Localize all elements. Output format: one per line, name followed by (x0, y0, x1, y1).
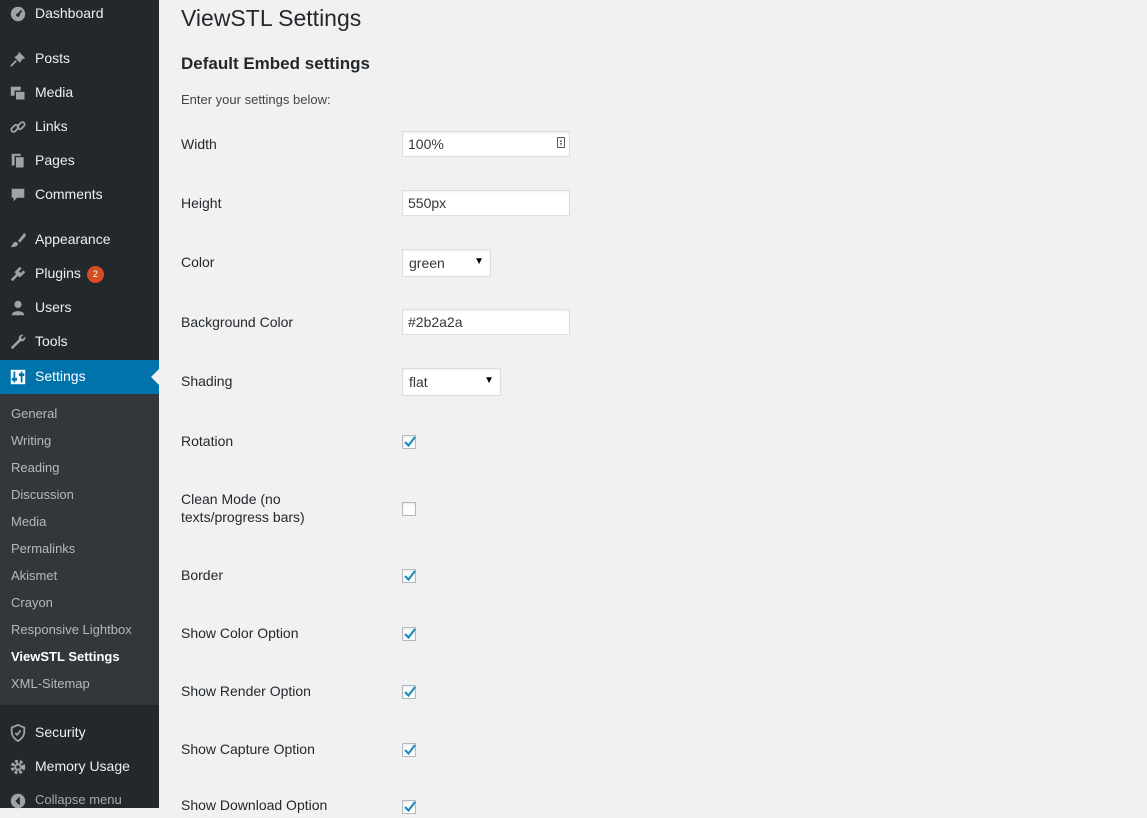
color-select[interactable]: green ▼ (402, 249, 491, 277)
submenu-item-akismet[interactable]: Akismet (11, 568, 57, 583)
clean-mode-checkbox[interactable] (402, 502, 416, 516)
user-icon (8, 298, 28, 318)
show-render-option-checkbox[interactable] (402, 685, 416, 699)
show-capture-option-checkbox[interactable] (402, 743, 416, 757)
media-icon (8, 83, 28, 103)
pin-icon (8, 49, 28, 69)
section-description: Enter your settings below: (181, 92, 331, 107)
gear-icon (8, 757, 28, 777)
height-input[interactable] (402, 190, 570, 216)
menu-item-tools[interactable]: Tools (0, 325, 159, 359)
menu-label: Security (35, 724, 86, 740)
checkmark-icon (404, 744, 416, 756)
section-title: Default Embed settings (181, 54, 370, 73)
link-icon (8, 117, 28, 137)
background-color-input[interactable] (402, 309, 570, 335)
pages-icon (8, 151, 28, 171)
main-content: ViewSTL Settings Default Embed settings … (159, 0, 1147, 814)
show-color-option-checkbox[interactable] (402, 627, 416, 641)
menu-label: Links (35, 118, 68, 134)
show-capture-option-label: Show Capture Option (181, 741, 315, 757)
update-count-badge: 2 (86, 266, 104, 283)
submenu-item-viewstl-settings[interactable]: ViewSTL Settings (11, 649, 120, 664)
menu-label: Appearance (35, 231, 111, 247)
wrench-icon (8, 332, 28, 352)
page-title: ViewSTL Settings (181, 5, 362, 31)
submenu-item-xml-sitemap[interactable]: XML-Sitemap (11, 676, 90, 691)
submenu-item-crayon[interactable]: Crayon (11, 595, 53, 610)
admin-sidebar: Dashboard Posts Media Links Pages Commen… (0, 0, 159, 809)
shading-select-value: flat (409, 374, 428, 390)
submenu-item-discussion[interactable]: Discussion (11, 487, 74, 502)
clean-mode-label-line1: Clean Mode (no (181, 491, 281, 507)
show-render-option-label: Show Render Option (181, 683, 311, 699)
border-label: Border (181, 567, 224, 583)
color-label: Color (181, 254, 215, 270)
shield-icon (8, 723, 28, 743)
menu-item-comments[interactable]: Comments (0, 178, 159, 212)
comment-icon (8, 185, 28, 205)
menu-item-plugins[interactable]: Plugins 2 (0, 257, 159, 291)
menu-item-security[interactable]: Security (0, 716, 159, 750)
width-label: Width (181, 136, 217, 152)
menu-label-wrap: Plugins 2 (35, 265, 104, 283)
dropdown-arrow-icon: ▼ (474, 256, 484, 267)
width-input[interactable] (402, 131, 570, 157)
submenu-item-media[interactable]: Media (11, 514, 46, 529)
submenu-item-responsive-lightbox[interactable]: Responsive Lightbox (11, 622, 132, 637)
checkmark-icon (404, 628, 416, 640)
clean-mode-label-line2: texts/progress bars) (181, 509, 305, 525)
collapse-label: Collapse menu (35, 792, 122, 807)
submenu-item-reading[interactable]: Reading (11, 460, 59, 475)
menu-item-dashboard[interactable]: Dashboard (0, 0, 159, 31)
checkmark-icon (404, 686, 416, 698)
submenu-item-general[interactable]: General (11, 406, 57, 421)
rotation-label: Rotation (181, 433, 234, 449)
menu-label: Memory Usage (35, 758, 130, 774)
menu-item-links[interactable]: Links (0, 110, 159, 144)
clean-mode-label: Clean Mode (no texts/progress bars) (181, 490, 305, 526)
menu-item-media[interactable]: Media (0, 76, 159, 110)
shading-label: Shading (181, 373, 233, 389)
menu-label: Posts (35, 50, 71, 66)
menu-label: Plugins (35, 265, 81, 281)
dashboard-icon (8, 4, 28, 24)
plugin-icon (8, 264, 28, 284)
collapse-menu-button[interactable]: Collapse menu (0, 784, 159, 818)
menu-label: Media (35, 84, 74, 100)
rotation-checkbox[interactable] (402, 435, 416, 449)
show-download-option-checkbox[interactable] (402, 800, 416, 814)
menu-item-users[interactable]: Users (0, 291, 159, 325)
dropdown-arrow-icon: ▼ (484, 375, 494, 386)
submenu-item-permalinks[interactable]: Permalinks (11, 541, 75, 556)
show-color-option-label: Show Color Option (181, 625, 299, 641)
menu-label: Comments (35, 186, 103, 202)
menu-item-settings[interactable]: Settings (0, 360, 159, 394)
menu-label: Settings (35, 368, 86, 384)
background-color-label: Background Color (181, 314, 294, 330)
menu-label: Pages (35, 152, 75, 168)
menu-label: Tools (35, 333, 68, 349)
brush-icon (8, 230, 28, 250)
menu-item-pages[interactable]: Pages (0, 144, 159, 178)
checkmark-icon (404, 436, 416, 448)
settings-icon (8, 367, 28, 387)
shading-select[interactable]: flat ▼ (402, 368, 501, 396)
menu-item-posts[interactable]: Posts (0, 42, 159, 76)
color-select-value: green (409, 255, 445, 271)
menu-label: Users (35, 299, 72, 315)
menu-label: Dashboard (35, 5, 104, 21)
number-spinner-icon[interactable] (557, 137, 565, 148)
submenu-item-writing[interactable]: Writing (11, 433, 51, 448)
menu-item-memory-usage[interactable]: Memory Usage (0, 750, 159, 784)
menu-item-appearance[interactable]: Appearance (0, 223, 159, 257)
collapse-arrow-icon (8, 791, 28, 811)
height-label: Height (181, 195, 222, 211)
settings-submenu: General Writing Reading Discussion Media… (0, 394, 159, 705)
show-download-option-label: Show Download Option (181, 797, 328, 813)
checkmark-icon (404, 570, 416, 582)
border-checkbox[interactable] (402, 569, 416, 583)
checkmark-icon (404, 801, 416, 813)
